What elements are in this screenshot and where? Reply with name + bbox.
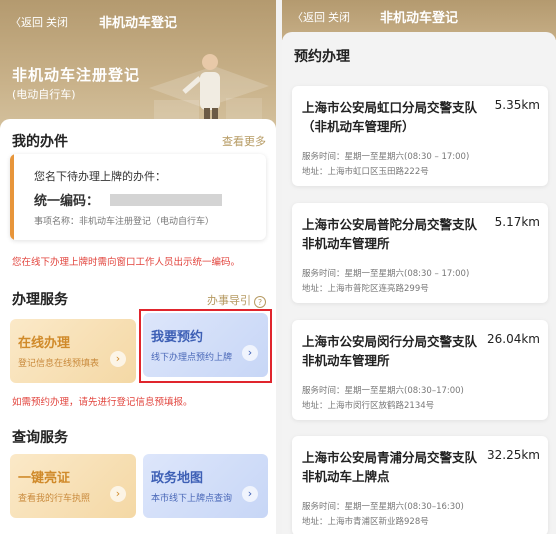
registration-screen: 〈返回 关闭 非机动车登记 非机动车注册登记 (电动自行车) 我的办件 查看更多… xyxy=(0,0,276,534)
app-root: 〈返回 关闭 非机动车登记 非机动车注册登记 (电动自行车) 我的办件 查看更多… xyxy=(0,0,556,534)
navbar: 〈返回 关闭 非机动车登记 xyxy=(0,0,276,38)
guide-label: 办事导引 xyxy=(207,294,251,307)
appointment-highlight-box xyxy=(139,309,272,383)
office-address: 地址：上海市普陀区连亮路299号 xyxy=(302,284,429,294)
page-title: 非机动车登记 xyxy=(379,11,458,26)
item-name: 事项名称：非机动车注册登记（电动自行车） xyxy=(34,217,215,227)
pending-item-card[interactable]: 您名下待办理上牌的办件： 统一编码： 事项名称：非机动车注册登记（电动自行车） xyxy=(10,154,266,240)
office-card[interactable]: 上海市公安局普陀分局交警支队非机动车管理所 5.17km 服务时间：星期一至星期… xyxy=(292,203,548,303)
office-name: 上海市公安局虹口分局交警支队（非机动车管理所） xyxy=(302,100,478,134)
show-license-subtitle: 查看我的行车执照 xyxy=(18,494,91,504)
hero-subtitle: (电动自行车) xyxy=(12,88,76,101)
gov-map-title: 政务地图 xyxy=(151,471,204,486)
office-name: 上海市公安局普陀分局交警支队非机动车管理所 xyxy=(302,217,478,251)
code-notice: 您在线下办理上牌时需向窗口工作人员出示统一编码。 xyxy=(12,257,241,268)
office-distance: 5.35km xyxy=(494,98,540,112)
query-title: 查询服务 xyxy=(12,430,68,446)
page-title: 非机动车登记 xyxy=(98,16,177,31)
hero-title: 非机动车注册登记 xyxy=(12,66,141,84)
office-distance: 5.17km xyxy=(494,215,540,229)
office-card[interactable]: 上海市公安局闵行分局交警支队非机动车管理所 26.04km 服务时间：星期一至星… xyxy=(292,320,548,420)
online-apply-subtitle: 登记信息在线预填表 xyxy=(18,359,100,369)
online-apply-tile[interactable]: 在线办理 登记信息在线预填表 › xyxy=(10,319,136,383)
gov-map-tile[interactable]: 政务地图 本市线下上牌点查询 › xyxy=(143,454,268,518)
appointment-heading: 预约办理 xyxy=(294,49,350,65)
appointment-notice: 如需预约办理，请先进行登记信息预填报。 xyxy=(12,397,193,408)
chevron-right-icon: › xyxy=(110,351,126,367)
navbar: 〈返回 关闭 非机动车登记 xyxy=(282,0,556,32)
office-card[interactable]: 上海市公安局青浦分局交警支队非机动车上牌点 32.25km 服务时间：星期一至星… xyxy=(292,436,548,534)
pending-accent-bar xyxy=(10,154,14,240)
help-icon: ? xyxy=(254,296,266,308)
online-apply-title: 在线办理 xyxy=(18,336,71,351)
office-hours: 服务时间：星期一至星期六(08:30–16:30) xyxy=(302,502,464,512)
chevron-right-icon: › xyxy=(242,486,258,502)
office-hours: 服务时间：星期一至星期六(08:30 – 17:00) xyxy=(302,269,470,279)
guide-link[interactable]: 办事导引? xyxy=(207,292,266,308)
gov-map-subtitle: 本市线下上牌点查询 xyxy=(151,494,233,504)
show-license-title: 一键亮证 xyxy=(18,471,71,486)
view-more-link[interactable]: 查看更多 xyxy=(222,133,266,149)
office-address: 地址：上海市闵行区放鹤路2134号 xyxy=(302,401,435,411)
appointment-list-panel: 预约办理 上海市公安局虹口分局交警支队（非机动车管理所） 5.35km 服务时间… xyxy=(282,32,556,534)
office-card[interactable]: 上海市公安局虹口分局交警支队（非机动车管理所） 5.35km 服务时间：星期一至… xyxy=(292,86,548,186)
pending-text: 您名下待办理上牌的办件： xyxy=(34,170,166,183)
office-hours: 服务时间：星期一至星期六(08:30–17:00) xyxy=(302,386,464,396)
my-items-title: 我的办件 xyxy=(12,134,68,150)
appointment-screen: 〈返回 关闭 非机动车登记 预约办理 上海市公安局虹口分局交警支队（非机动车管理… xyxy=(282,0,556,534)
office-distance: 32.25km xyxy=(487,448,540,462)
services-title: 办理服务 xyxy=(12,292,68,308)
office-name: 上海市公安局闵行分局交警支队非机动车管理所 xyxy=(302,334,478,368)
show-license-tile[interactable]: 一键亮证 查看我的行车执照 › xyxy=(10,454,136,518)
chevron-right-icon: › xyxy=(110,486,126,502)
office-address: 地址：上海市青浦区新业路928号 xyxy=(302,517,429,527)
unified-code-redacted xyxy=(110,194,222,206)
office-hours: 服务时间：星期一至星期六(08:30 – 17:00) xyxy=(302,152,470,162)
unified-code-label: 统一编码： xyxy=(34,194,100,209)
office-name: 上海市公安局青浦分局交警支队非机动车上牌点 xyxy=(302,450,478,484)
office-address: 地址：上海市虹口区玉田路222号 xyxy=(302,167,429,177)
office-distance: 26.04km xyxy=(487,332,540,346)
